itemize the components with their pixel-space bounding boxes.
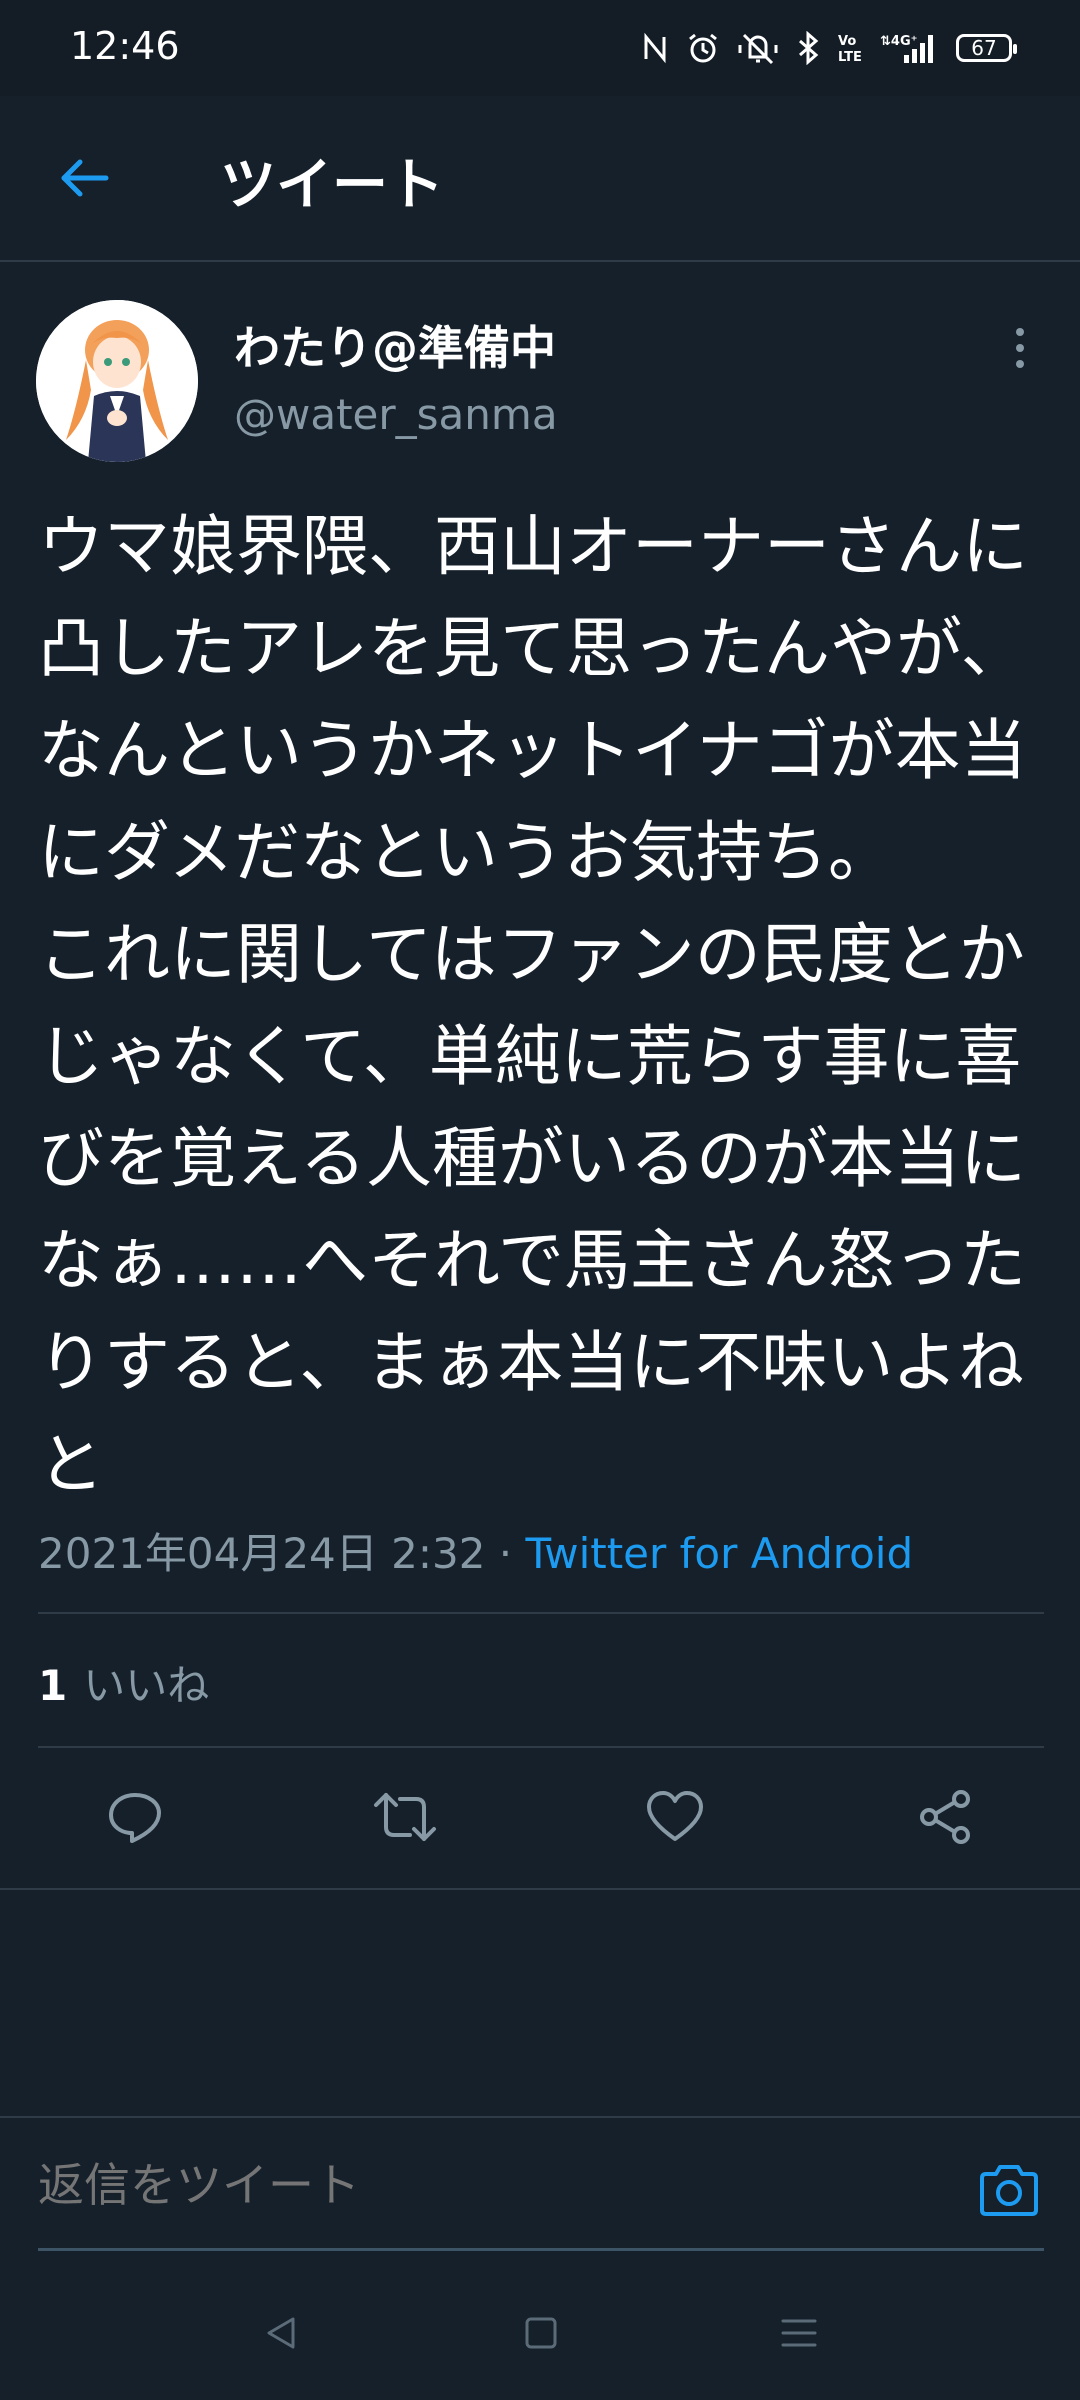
svg-text:Vo: Vo <box>838 34 856 49</box>
handle[interactable]: @water_sanma <box>234 390 558 439</box>
retweet-icon <box>372 1787 438 1851</box>
nav-home-icon <box>521 2313 561 2357</box>
more-dot <box>1016 328 1024 336</box>
tweet-meta: 2021年04月24日 2:32 · Twitter for Android <box>38 1520 913 1581</box>
camera-button[interactable] <box>974 2160 1044 2224</box>
nav-menu-button[interactable] <box>774 2310 824 2360</box>
reply-input[interactable] <box>38 2158 938 2212</box>
arrow-left-icon <box>56 154 112 206</box>
likes-label: いいね <box>83 1661 210 1710</box>
signal-4g-icon: ⇅4G⁺ <box>880 31 940 65</box>
svg-text:⇅4G⁺: ⇅4G⁺ <box>880 34 917 49</box>
divider <box>38 1612 1044 1614</box>
nav-back-button[interactable] <box>256 2310 306 2360</box>
system-nav-bar <box>0 2270 1080 2400</box>
likes-row[interactable]: 1 いいね <box>38 1652 209 1713</box>
like-icon <box>645 1789 705 1849</box>
share-button[interactable] <box>910 1784 980 1854</box>
volte-icon: Vo LTE <box>836 31 864 65</box>
page-title: ツイート <box>220 153 444 218</box>
mute-icon <box>736 31 780 65</box>
svg-text:LTE: LTE <box>838 50 862 65</box>
reply-underline <box>38 2248 1044 2251</box>
divider <box>0 1888 1080 1890</box>
avatar[interactable] <box>36 300 198 462</box>
more-options-button[interactable] <box>1000 320 1040 376</box>
retweet-button[interactable] <box>370 1784 440 1854</box>
camera-icon <box>978 2162 1040 2222</box>
reply-button[interactable] <box>100 1784 170 1854</box>
tweet-source-link[interactable]: Twitter for Android <box>526 1529 914 1578</box>
nav-home-button[interactable] <box>516 2310 566 2360</box>
likes-count: 1 <box>38 1661 68 1710</box>
status-time: 12:46 <box>70 24 180 68</box>
nav-menu-icon <box>779 2313 819 2357</box>
share-icon <box>915 1787 975 1851</box>
alarm-icon <box>686 31 720 65</box>
more-dot <box>1016 360 1024 368</box>
bluetooth-icon <box>796 31 820 65</box>
back-button[interactable] <box>44 140 124 220</box>
status-bar: 12:46 Vo LTE ⇅4G⁺ 67 <box>0 0 1080 96</box>
more-dot <box>1016 344 1024 352</box>
meta-separator: · <box>485 1529 526 1578</box>
display-name[interactable]: わたり@準備中 <box>234 312 556 378</box>
reply-icon <box>105 1787 165 1851</box>
status-icons: Vo LTE ⇅4G⁺ 67 <box>640 28 1017 68</box>
tweet-text: ウマ娘界隈、西山オーナーさんに凸したアレを見て思ったんやが、なんというかネットイ… <box>38 508 1028 1503</box>
like-button[interactable] <box>640 1784 710 1854</box>
tweet-date: 2021年04月24日 2:32 <box>38 1529 486 1578</box>
nfc-icon <box>640 31 670 65</box>
header: ツイート <box>0 96 1080 262</box>
battery-icon: 67 <box>956 34 1017 62</box>
nav-back-icon <box>261 2313 301 2357</box>
divider <box>38 1746 1044 1748</box>
reply-bar <box>0 2116 1080 2254</box>
